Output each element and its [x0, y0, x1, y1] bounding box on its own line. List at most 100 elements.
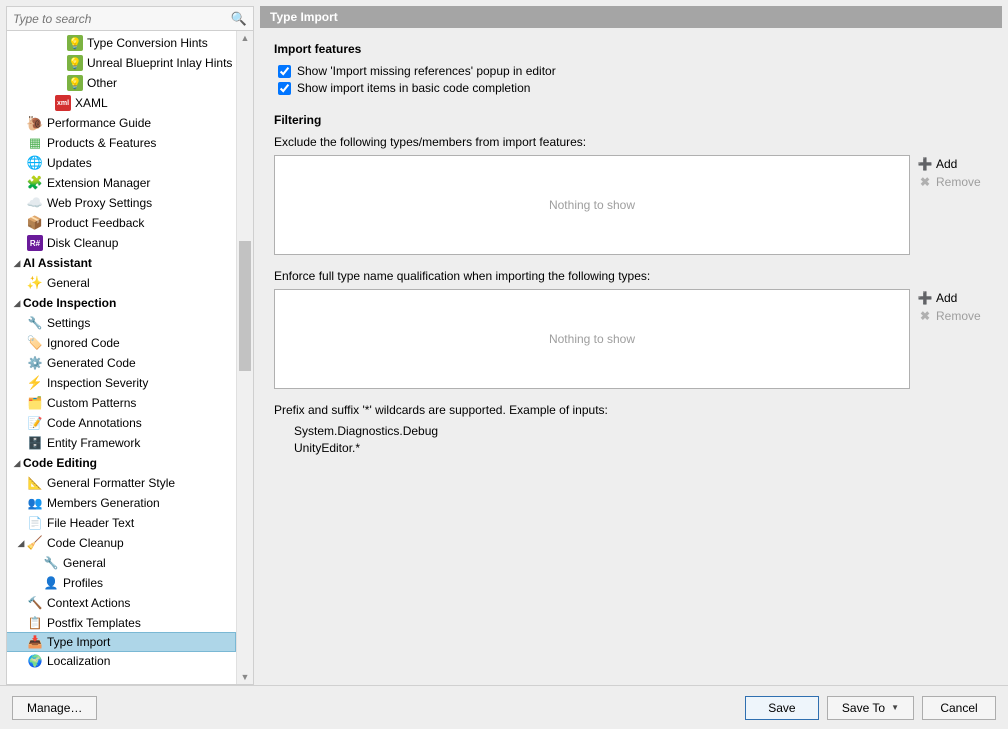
exclude-description: Exclude the following types/members from… [274, 135, 988, 149]
tree-item-performance-guide[interactable]: 🐌Performance Guide [7, 113, 253, 133]
cancel-button[interactable]: Cancel [922, 696, 996, 720]
pattern-icon: 🗂️ [27, 395, 43, 411]
severity-icon: ⚡ [27, 375, 43, 391]
expand-icon: ◢ [15, 538, 27, 549]
enforce-remove-button: ✖ Remove [918, 309, 988, 323]
annotation-icon: 📝 [27, 415, 43, 431]
cloud-icon: ☁️ [27, 195, 43, 211]
plus-icon: ➕ [918, 157, 932, 171]
checkbox-input[interactable] [278, 82, 291, 95]
checkbox-label: Show 'Import missing references' popup i… [297, 64, 556, 78]
tree-item-unreal-inlay-hints[interactable]: 💡Unreal Blueprint Inlay Hints [7, 53, 253, 73]
enforce-listbox[interactable]: Nothing to show [274, 289, 910, 389]
database-icon: 🗄️ [27, 435, 43, 451]
disk-icon: R# [27, 235, 43, 251]
exclude-add-button[interactable]: ➕ Add [918, 157, 988, 171]
globe-icon: 🌐 [27, 155, 43, 171]
checkbox-show-popup[interactable]: Show 'Import missing references' popup i… [278, 64, 988, 78]
expand-icon: ◢ [11, 458, 23, 469]
tree-group-ai-assistant[interactable]: ◢AI Assistant [7, 253, 253, 273]
add-label: Add [936, 157, 957, 171]
scroll-down-icon[interactable]: ▼ [240, 672, 250, 682]
exclude-listbox[interactable]: Nothing to show [274, 155, 910, 255]
remove-label: Remove [936, 175, 981, 189]
tree-item-type-conversion-hints[interactable]: 💡Type Conversion Hints [7, 33, 253, 53]
chevron-down-icon: ▼ [891, 703, 899, 712]
exclude-remove-button: ✖ Remove [918, 175, 988, 189]
tree-group-code-inspection[interactable]: ◢Code Inspection [7, 293, 253, 313]
settings-tree: 💡Type Conversion Hints 💡Unreal Blueprint… [7, 31, 253, 684]
tree-item-ci-ignored[interactable]: 🏷️Ignored Code [7, 333, 253, 353]
tree-scrollbar[interactable]: ▲ ▼ [236, 31, 253, 684]
hint-icon: 💡 [67, 35, 83, 51]
ai-icon: ✨ [27, 275, 43, 291]
performance-icon: 🐌 [27, 115, 43, 131]
tree-item-members-generation[interactable]: 👥Members Generation [7, 493, 253, 513]
search-bar: 🔍 [7, 7, 253, 31]
gear-icon: ⚙️ [27, 355, 43, 371]
feedback-icon: 📦 [27, 215, 43, 231]
wildcard-hint: Prefix and suffix '*' wildcards are supp… [274, 403, 988, 417]
tree-item-other[interactable]: 💡Other [7, 73, 253, 93]
enforce-add-button[interactable]: ➕ Add [918, 291, 988, 305]
formatter-icon: 📐 [27, 475, 43, 491]
empty-placeholder: Nothing to show [549, 332, 635, 346]
checkbox-show-items[interactable]: Show import items in basic code completi… [278, 81, 988, 95]
section-filtering: Filtering [274, 113, 988, 127]
tree-item-file-header[interactable]: 📄File Header Text [7, 513, 253, 533]
broom-icon: 🧹 [27, 535, 43, 551]
save-to-button[interactable]: Save To ▼ [827, 696, 914, 720]
manage-button[interactable]: Manage… [12, 696, 97, 720]
tree-item-ai-general[interactable]: ✨General [7, 273, 253, 293]
remove-label: Remove [936, 309, 981, 323]
tree-item-localization[interactable]: 🌍Localization [7, 651, 253, 671]
tree-item-ci-generated[interactable]: ⚙️Generated Code [7, 353, 253, 373]
file-icon: 📄 [27, 515, 43, 531]
main-panel: Type Import Import features Show 'Import… [260, 6, 1002, 685]
page-title: Type Import [260, 6, 1002, 28]
members-icon: 👥 [27, 495, 43, 511]
settings-icon: 🔧 [27, 315, 43, 331]
search-input[interactable] [7, 9, 229, 29]
tree-item-code-cleanup[interactable]: ◢🧹Code Cleanup [7, 533, 253, 553]
tree-item-extension-manager[interactable]: 🧩Extension Manager [7, 173, 253, 193]
tree-group-code-editing[interactable]: ◢Code Editing [7, 453, 253, 473]
tree-item-cleanup-general[interactable]: 🔧General [7, 553, 253, 573]
tree-item-products-features[interactable]: ▦Products & Features [7, 133, 253, 153]
remove-icon: ✖ [918, 175, 932, 189]
sidebar: 🔍 💡Type Conversion Hints 💡Unreal Bluepri… [6, 6, 254, 685]
save-button[interactable]: Save [745, 696, 819, 720]
search-icon[interactable]: 🔍 [229, 9, 249, 29]
tree-item-ci-severity[interactable]: ⚡Inspection Severity [7, 373, 253, 393]
tree-item-cleanup-profiles[interactable]: 👤Profiles [7, 573, 253, 593]
checkbox-label: Show import items in basic code completi… [297, 81, 530, 95]
example-line: UnityEditor.* [294, 440, 988, 457]
save-to-label: Save To [842, 701, 885, 715]
tree-item-ci-patterns[interactable]: 🗂️Custom Patterns [7, 393, 253, 413]
footer: Manage… Save Save To ▼ Cancel [0, 685, 1008, 729]
plus-icon: ➕ [918, 291, 932, 305]
expand-icon: ◢ [11, 258, 23, 269]
tree-item-web-proxy[interactable]: ☁️Web Proxy Settings [7, 193, 253, 213]
hint-icon: 💡 [67, 55, 83, 71]
tree-item-product-feedback[interactable]: 📦Product Feedback [7, 213, 253, 233]
tree-item-ci-settings[interactable]: 🔧Settings [7, 313, 253, 333]
hammer-icon: 🔨 [27, 595, 43, 611]
checkbox-input[interactable] [278, 65, 291, 78]
tree-item-postfix-templates[interactable]: 📋Postfix Templates [7, 613, 253, 633]
tree-item-xaml[interactable]: xmlXAML [7, 93, 253, 113]
tree-item-context-actions[interactable]: 🔨Context Actions [7, 593, 253, 613]
tree-item-formatter-style[interactable]: 📐General Formatter Style [7, 473, 253, 493]
grid-icon: ▦ [27, 135, 43, 151]
tree-item-ci-ef[interactable]: 🗄️Entity Framework [7, 433, 253, 453]
empty-placeholder: Nothing to show [549, 198, 635, 212]
tree-item-disk-cleanup[interactable]: R#Disk Cleanup [7, 233, 253, 253]
scroll-thumb[interactable] [239, 241, 251, 371]
example-line: System.Diagnostics.Debug [294, 423, 988, 440]
scroll-up-icon[interactable]: ▲ [240, 33, 250, 43]
tree-item-type-import[interactable]: 📥Type Import [7, 632, 236, 652]
enforce-description: Enforce full type name qualification whe… [274, 269, 988, 283]
tree-item-ci-annotations[interactable]: 📝Code Annotations [7, 413, 253, 433]
section-import-features: Import features [274, 42, 988, 56]
tree-item-updates[interactable]: 🌐Updates [7, 153, 253, 173]
